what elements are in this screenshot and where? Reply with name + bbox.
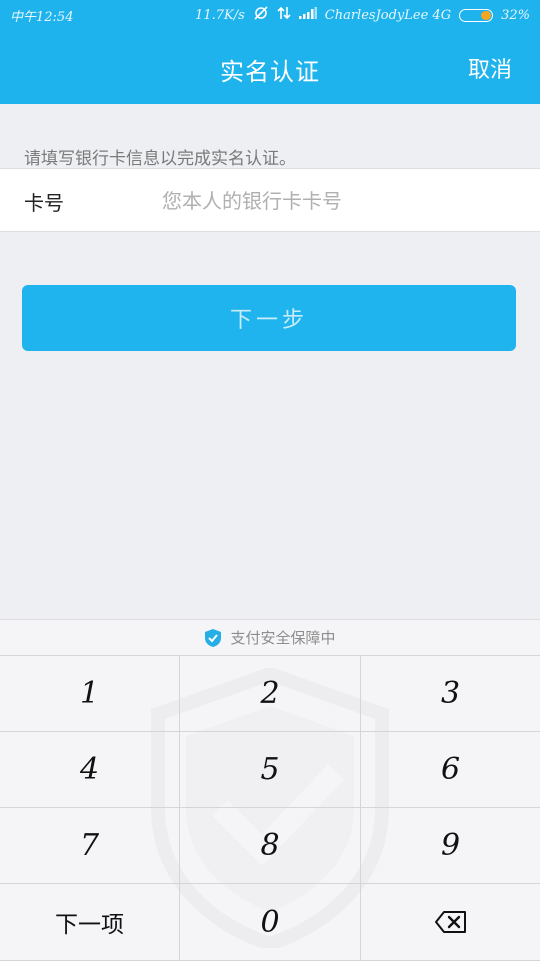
status-right-group: 11.7K/s CharlesJodyLee 4G 32%	[195, 6, 530, 24]
security-text: 支付安全保障中	[230, 629, 336, 647]
battery-icon	[459, 8, 494, 22]
status-bar: 中午12:54 11.7K/s CharlesJodyLee 4G 32%	[0, 0, 540, 30]
security-bar: 支付安全保障中	[0, 620, 540, 656]
key-0[interactable]: 0	[180, 884, 361, 961]
key-1[interactable]: 1	[0, 656, 180, 732]
battery-percent: 32%	[501, 7, 530, 23]
key-8[interactable]: 8	[180, 808, 361, 884]
next-step-button[interactable]: 下一步	[22, 285, 516, 351]
page-title: 实名认证	[220, 58, 320, 86]
signal-icon	[298, 7, 317, 23]
carrier-name: CharlesJodyLee 4G	[324, 7, 452, 23]
next-field-key[interactable]: 下一项	[0, 884, 180, 961]
key-2[interactable]: 2	[180, 656, 361, 732]
network-speed: 11.7K/s	[195, 7, 245, 23]
key-6[interactable]: 6	[361, 732, 540, 808]
numeric-keypad: 支付安全保障中 1 2 3 4 5 6 7 8 9 下一项 0	[0, 619, 540, 961]
shield-check-icon	[204, 628, 222, 648]
key-7[interactable]: 7	[0, 808, 180, 884]
key-3[interactable]: 3	[361, 656, 540, 732]
key-4[interactable]: 4	[0, 732, 180, 808]
backspace-key[interactable]	[361, 884, 540, 961]
card-number-label: 卡号	[24, 191, 64, 215]
keypad-grid: 1 2 3 4 5 6 7 8 9 下一项 0	[0, 656, 540, 961]
key-9[interactable]: 9	[361, 808, 540, 884]
status-time: 中午12:54	[10, 10, 74, 25]
card-number-row: 卡号	[0, 168, 540, 232]
data-transfer-icon	[277, 6, 291, 24]
card-number-input[interactable]	[160, 181, 504, 221]
form-hint: 请填写银行卡信息以完成实名认证。	[24, 149, 296, 169]
header: 中午12:54 11.7K/s CharlesJodyLee 4G 32% 实名…	[0, 0, 540, 104]
alarm-off-icon	[253, 6, 269, 24]
key-5[interactable]: 5	[180, 732, 361, 808]
backspace-icon	[434, 911, 466, 933]
battery-fill	[480, 10, 492, 20]
cancel-button[interactable]: 取消	[468, 52, 512, 84]
